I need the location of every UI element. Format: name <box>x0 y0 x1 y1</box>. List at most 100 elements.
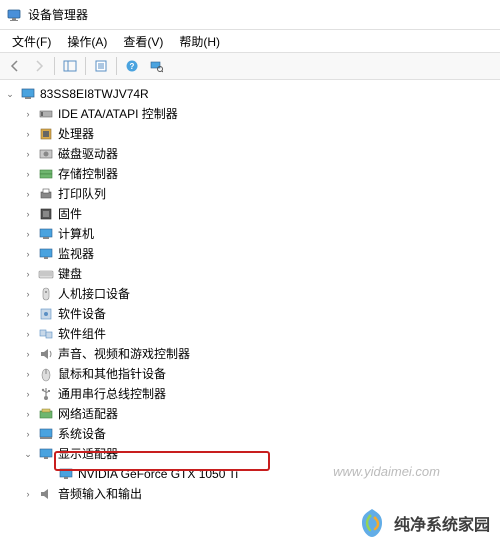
tree-category-audio[interactable]: › 音频输入和输出 <box>2 484 498 504</box>
category-label: 网络适配器 <box>58 404 118 424</box>
computer-icon <box>38 226 54 242</box>
sound-icon <box>38 346 54 362</box>
tree-category-network[interactable]: › 网络适配器 <box>2 404 498 424</box>
expander-right-icon[interactable]: › <box>22 148 34 160</box>
category-label: 鼠标和其他指针设备 <box>58 364 166 384</box>
brand-text: 纯净系统家园 <box>394 511 490 535</box>
ide-icon <box>38 106 54 122</box>
window-title: 设备管理器 <box>28 6 88 23</box>
expander-down-icon[interactable]: ⌄ <box>4 88 16 100</box>
display-icon <box>38 446 54 462</box>
softdev-icon <box>38 306 54 322</box>
expander-right-icon[interactable]: › <box>22 168 34 180</box>
tree-category-monitor[interactable]: › 监视器 <box>2 244 498 264</box>
toolbar-separator <box>116 57 117 75</box>
category-label: 通用串行总线控制器 <box>58 384 166 404</box>
tree-category-mouse[interactable]: › 鼠标和其他指针设备 <box>2 364 498 384</box>
menu-view[interactable]: 查看(V) <box>115 31 171 52</box>
watermark-brand: 纯净系统家园 <box>356 507 490 539</box>
category-label: 存储控制器 <box>58 164 118 184</box>
help-button[interactable]: ? <box>121 55 143 77</box>
expander-right-icon[interactable]: › <box>22 428 34 440</box>
display-icon <box>58 466 74 482</box>
category-label: 系统设备 <box>58 424 106 444</box>
tree-category-firmware[interactable]: › 固件 <box>2 204 498 224</box>
toolbar-separator <box>54 57 55 75</box>
category-label: 固件 <box>58 204 82 224</box>
device-manager-icon <box>6 7 22 23</box>
toolbar-separator <box>85 57 86 75</box>
expander-right-icon[interactable]: › <box>22 188 34 200</box>
mouse-icon <box>38 366 54 382</box>
category-label: 计算机 <box>58 224 94 244</box>
expander-right-icon[interactable]: › <box>22 248 34 260</box>
tree-category-softcomp[interactable]: › 软件组件 <box>2 324 498 344</box>
expander-right-icon[interactable]: › <box>22 228 34 240</box>
device-tree[interactable]: ⌄ 83SS8EI8TWJV74R › IDE ATA/ATAPI 控制器 › 处理器… <box>0 80 500 549</box>
tree-device-gpu[interactable]: ›NVIDIA GeForce GTX 1050 Ti <box>2 464 498 484</box>
tree-root[interactable]: ⌄ 83SS8EI8TWJV74R <box>2 84 498 104</box>
category-label: 音频输入和输出 <box>58 484 142 504</box>
category-label: 软件设备 <box>58 304 106 324</box>
tree-category-storage[interactable]: › 存储控制器 <box>2 164 498 184</box>
expander-right-icon[interactable]: › <box>22 368 34 380</box>
expander-right-icon[interactable]: › <box>22 268 34 280</box>
category-label: 人机接口设备 <box>58 284 130 304</box>
audio-icon <box>38 486 54 502</box>
expander-right-icon[interactable]: › <box>22 308 34 320</box>
disk-icon <box>38 146 54 162</box>
category-label: 磁盘驱动器 <box>58 144 118 164</box>
menu-file[interactable]: 文件(F) <box>4 31 59 52</box>
expander-right-icon[interactable]: › <box>22 328 34 340</box>
expander-down-icon[interactable]: ⌄ <box>22 448 34 460</box>
expander-right-icon[interactable]: › <box>22 108 34 120</box>
scan-button[interactable] <box>145 55 167 77</box>
show-hide-tree-button[interactable] <box>59 55 81 77</box>
category-label: 打印队列 <box>58 184 106 204</box>
back-button[interactable] <box>4 55 26 77</box>
tree-root-label: 83SS8EI8TWJV74R <box>40 84 149 104</box>
printer-icon <box>38 186 54 202</box>
tree-category-usb[interactable]: › 通用串行总线控制器 <box>2 384 498 404</box>
category-label: 软件组件 <box>58 324 106 344</box>
category-label: 显示适配器 <box>58 444 118 464</box>
firmware-icon <box>38 206 54 222</box>
tree-category-printq[interactable]: › 打印队列 <box>2 184 498 204</box>
category-label: 键盘 <box>58 264 82 284</box>
tree-category-ide[interactable]: › IDE ATA/ATAPI 控制器 <box>2 104 498 124</box>
properties-button[interactable] <box>90 55 112 77</box>
tree-category-hid[interactable]: › 人机接口设备 <box>2 284 498 304</box>
expander-right-icon[interactable]: › <box>22 208 34 220</box>
hid-icon <box>38 286 54 302</box>
category-label: 处理器 <box>58 124 94 144</box>
expander-right-icon[interactable]: › <box>22 288 34 300</box>
category-label: 监视器 <box>58 244 94 264</box>
expander-right-icon[interactable]: › <box>22 488 34 500</box>
tree-category-computer[interactable]: › 计算机 <box>2 224 498 244</box>
expander-right-icon[interactable]: › <box>22 408 34 420</box>
system-icon <box>38 426 54 442</box>
tree-category-system[interactable]: › 系统设备 <box>2 424 498 444</box>
expander-right-icon[interactable]: › <box>22 128 34 140</box>
titlebar: 设备管理器 <box>0 0 500 30</box>
storage-icon <box>38 166 54 182</box>
keyboard-icon <box>38 266 54 282</box>
menu-action[interactable]: 操作(A) <box>59 31 115 52</box>
tree-category-display[interactable]: ⌄ 显示适配器 <box>2 444 498 464</box>
expander-right-icon[interactable]: › <box>22 348 34 360</box>
menubar: 文件(F) 操作(A) 查看(V) 帮助(H) <box>0 30 500 52</box>
forward-button[interactable] <box>28 55 50 77</box>
tree-category-cpu[interactable]: › 处理器 <box>2 124 498 144</box>
monitor-icon <box>38 246 54 262</box>
tree-category-sound[interactable]: ›声音、视频和游戏控制器 <box>2 344 498 364</box>
brand-logo-icon <box>356 507 388 539</box>
tree-category-softdev[interactable]: › 软件设备 <box>2 304 498 324</box>
expander-right-icon[interactable]: › <box>22 388 34 400</box>
softcomp-icon <box>38 326 54 342</box>
tree-category-disk[interactable]: › 磁盘驱动器 <box>2 144 498 164</box>
network-icon <box>38 406 54 422</box>
cpu-icon <box>38 126 54 142</box>
category-label: IDE ATA/ATAPI 控制器 <box>58 104 178 124</box>
tree-category-keyboard[interactable]: › 键盘 <box>2 264 498 284</box>
menu-help[interactable]: 帮助(H) <box>171 31 228 52</box>
